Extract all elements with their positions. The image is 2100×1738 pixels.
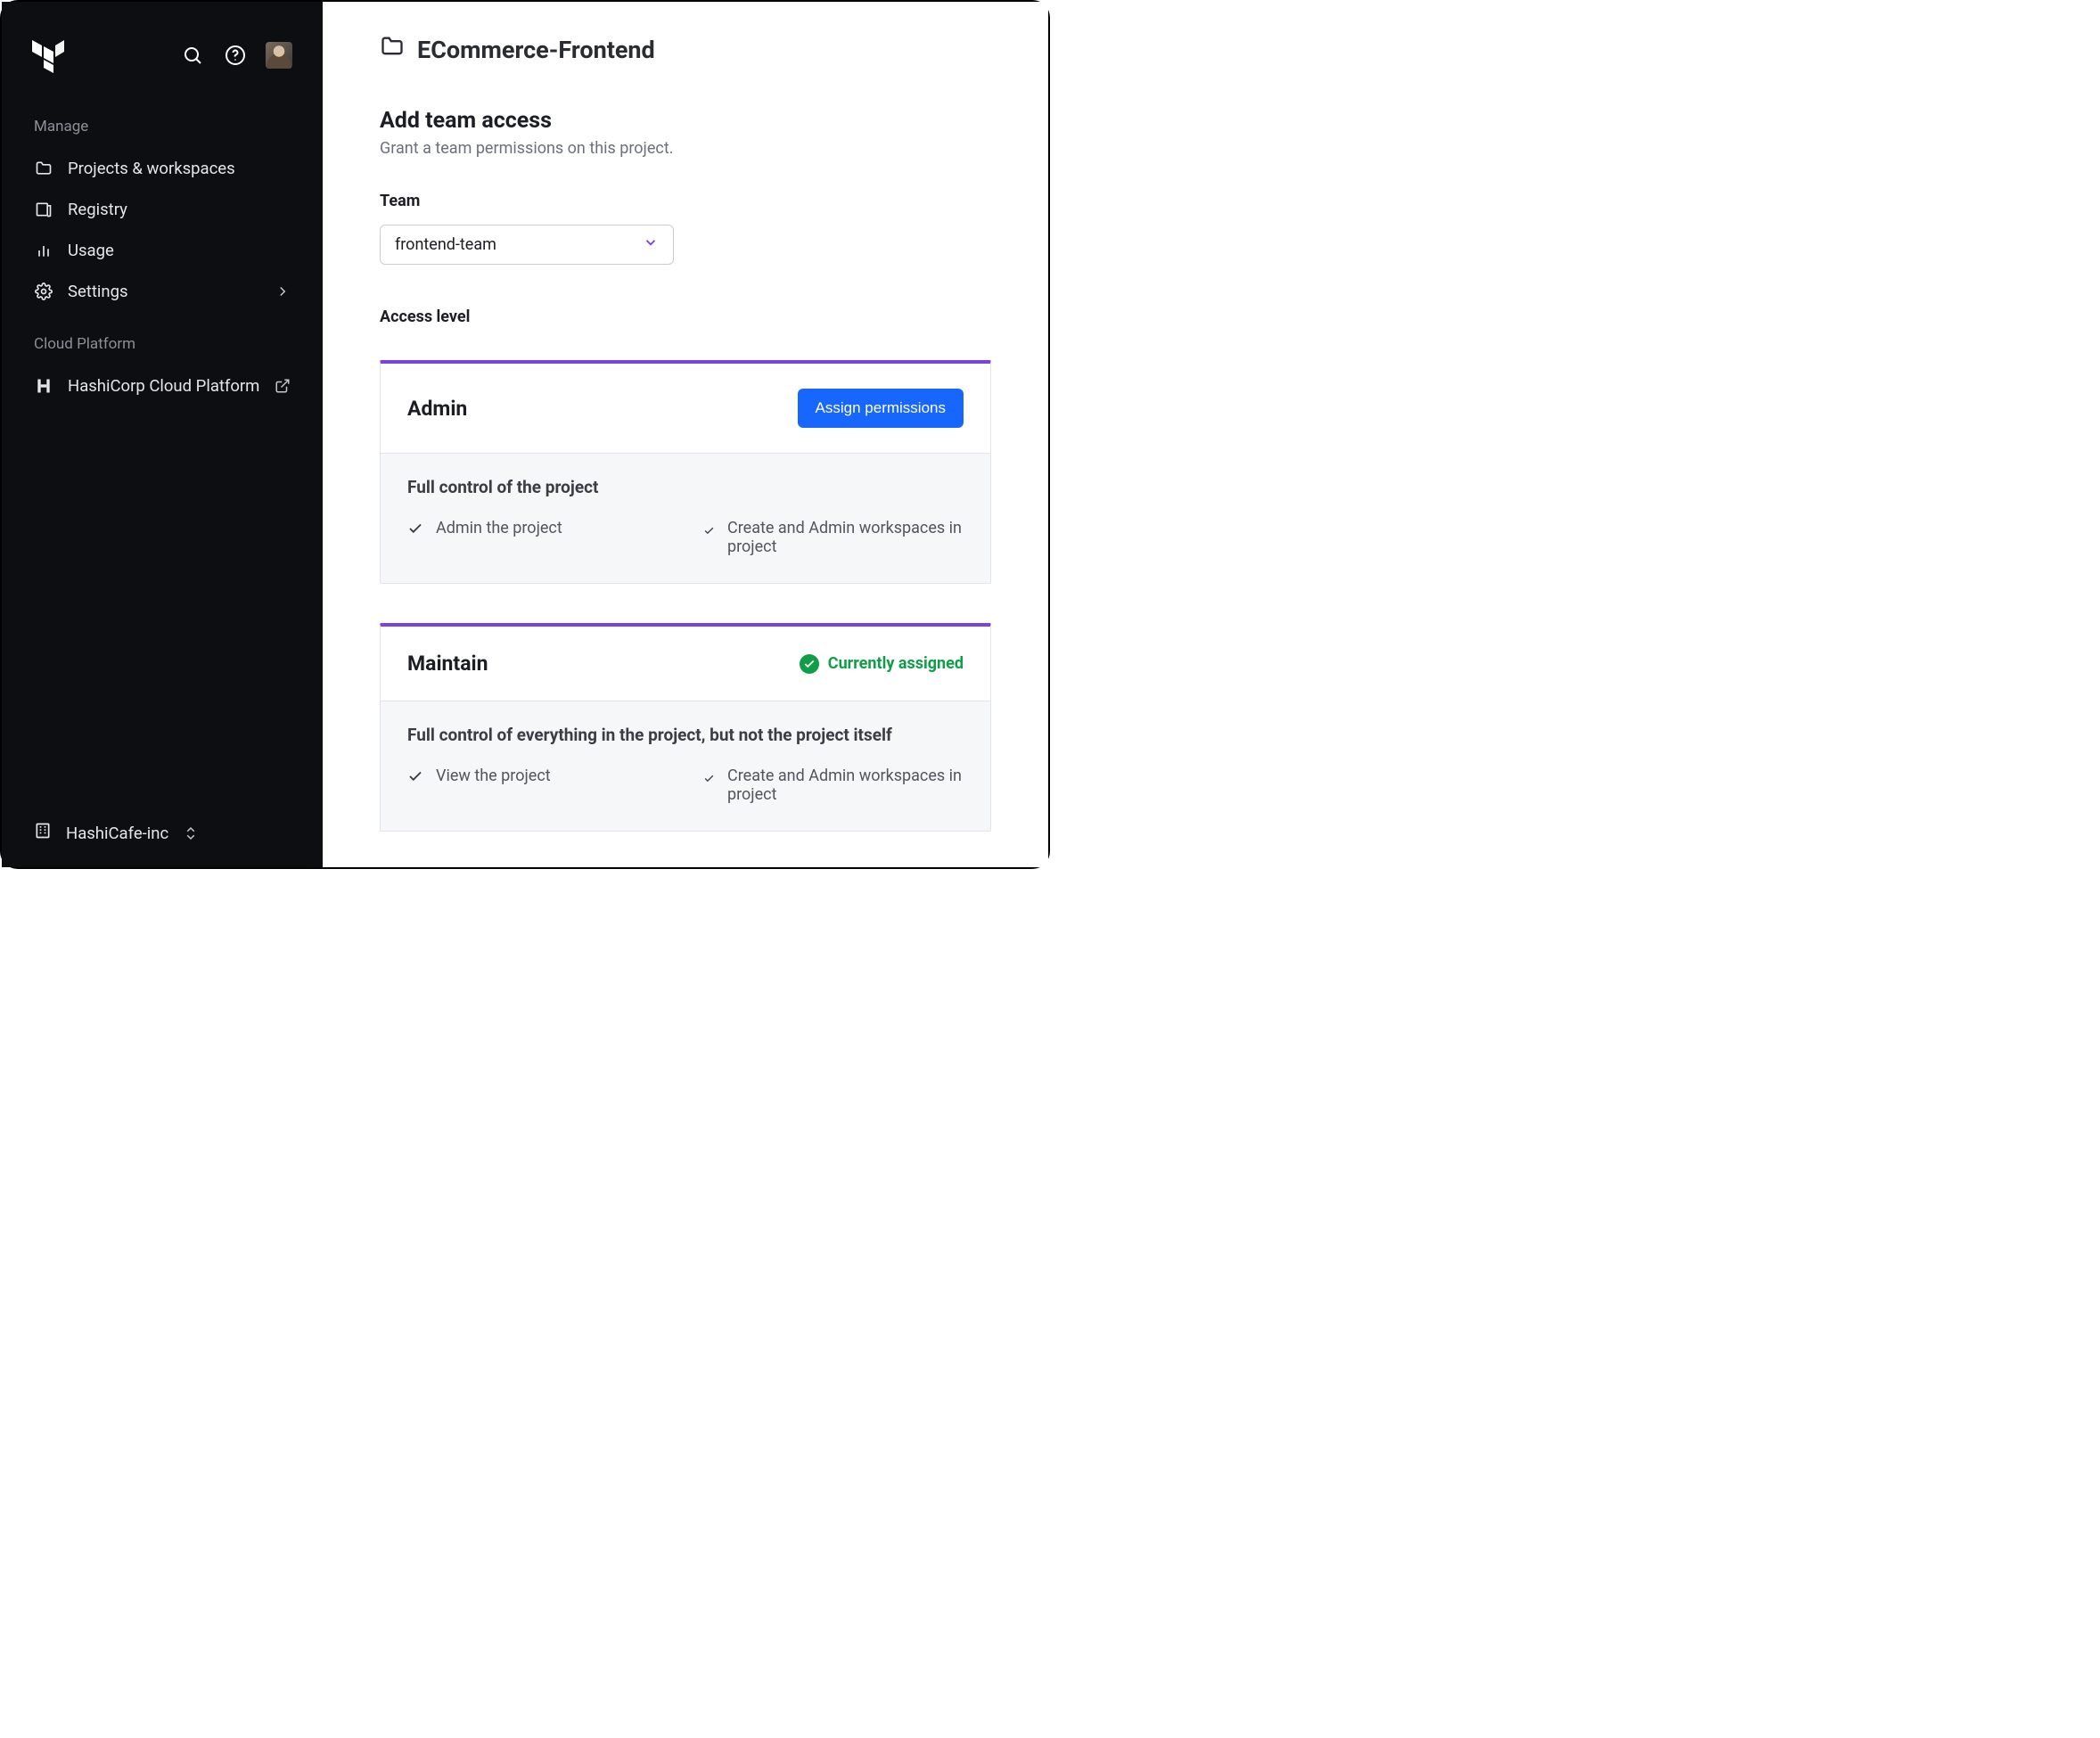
access-level-name: Maintain — [407, 652, 800, 676]
perm-item: Admin the project — [407, 519, 668, 556]
nav-section-manage: Manage — [2, 82, 323, 148]
team-field-label: Team — [380, 192, 991, 210]
project-header: ECommerce-Frontend — [380, 34, 991, 65]
nav-section-cloud: Cloud Platform — [2, 312, 323, 365]
registry-icon — [34, 200, 53, 219]
search-icon[interactable] — [180, 43, 205, 68]
perm-list: Admin the project Create and Admin works… — [407, 519, 964, 556]
sidebar-item-projects[interactable]: Projects & workspaces — [2, 148, 323, 189]
page-subtitle: Grant a team permissions on this project… — [380, 139, 991, 158]
avatar[interactable] — [266, 42, 292, 69]
terraform-logo — [32, 37, 64, 73]
bars-icon — [34, 241, 53, 260]
main-content: ECommerce-Frontend Add team access Grant… — [323, 2, 1048, 867]
access-description: Full control of everything in the projec… — [407, 725, 964, 745]
folder-icon — [34, 159, 53, 178]
check-icon — [703, 521, 715, 541]
chevron-updown-icon — [183, 825, 199, 841]
chevron-down-icon — [643, 234, 659, 255]
project-name: ECommerce-Frontend — [417, 36, 655, 64]
assign-permissions-button[interactable]: Assign permissions — [798, 389, 964, 428]
assigned-label: Currently assigned — [828, 654, 964, 673]
sidebar-item-label: Registry — [68, 200, 127, 219]
perm-item: Create and Admin workspaces in project — [703, 519, 964, 556]
sidebar: Manage Projects & workspaces Registry Us… — [2, 2, 323, 867]
building-icon — [34, 822, 52, 844]
sidebar-item-hcp[interactable]: HashiCorp Cloud Platform — [2, 365, 323, 406]
org-name: HashiCafe-inc — [66, 824, 168, 843]
perm-item: View the project — [407, 767, 668, 804]
sidebar-item-usage[interactable]: Usage — [2, 230, 323, 271]
sidebar-item-label: Usage — [68, 241, 114, 260]
org-switcher[interactable]: HashiCafe-inc — [2, 804, 323, 867]
card-head: Maintain Currently assigned — [381, 627, 990, 701]
sidebar-item-label: Settings — [68, 282, 260, 301]
sidebar-item-label: HashiCorp Cloud Platform — [68, 376, 260, 396]
sidebar-top — [2, 2, 323, 82]
check-icon — [703, 768, 715, 789]
access-card-admin: Admin Assign permissions Full control of… — [380, 360, 991, 584]
card-head: Admin Assign permissions — [381, 364, 990, 453]
team-select[interactable]: frontend-team — [380, 225, 674, 265]
perm-text: Create and Admin workspaces in project — [727, 767, 964, 804]
external-link-icon — [275, 378, 291, 394]
check-circle-icon — [800, 654, 819, 674]
access-level-label: Access level — [380, 307, 991, 326]
perm-text: Admin the project — [436, 519, 562, 537]
chevron-right-icon — [275, 283, 291, 299]
team-select-value: frontend-team — [395, 235, 643, 254]
perm-item: Create and Admin workspaces in project — [703, 767, 964, 804]
check-icon — [407, 768, 423, 789]
currently-assigned-badge: Currently assigned — [800, 654, 964, 674]
access-level-name: Admin — [407, 397, 798, 421]
perm-text: View the project — [436, 767, 551, 785]
page-title: Add team access — [380, 108, 991, 134]
card-body: Full control of everything in the projec… — [381, 701, 990, 831]
gear-icon — [34, 282, 53, 301]
sidebar-item-registry[interactable]: Registry — [2, 189, 323, 230]
access-card-maintain: Maintain Currently assigned Full control… — [380, 623, 991, 832]
help-icon[interactable] — [223, 43, 248, 68]
sidebar-item-label: Projects & workspaces — [68, 159, 235, 178]
card-body: Full control of the project Admin the pr… — [381, 453, 990, 583]
check-icon — [407, 521, 423, 541]
perm-text: Create and Admin workspaces in project — [727, 519, 964, 556]
access-description: Full control of the project — [407, 477, 964, 497]
sidebar-item-settings[interactable]: Settings — [2, 271, 323, 312]
folder-icon — [380, 34, 405, 65]
perm-list: View the project Create and Admin worksp… — [407, 767, 964, 804]
hashicorp-icon — [34, 376, 53, 396]
